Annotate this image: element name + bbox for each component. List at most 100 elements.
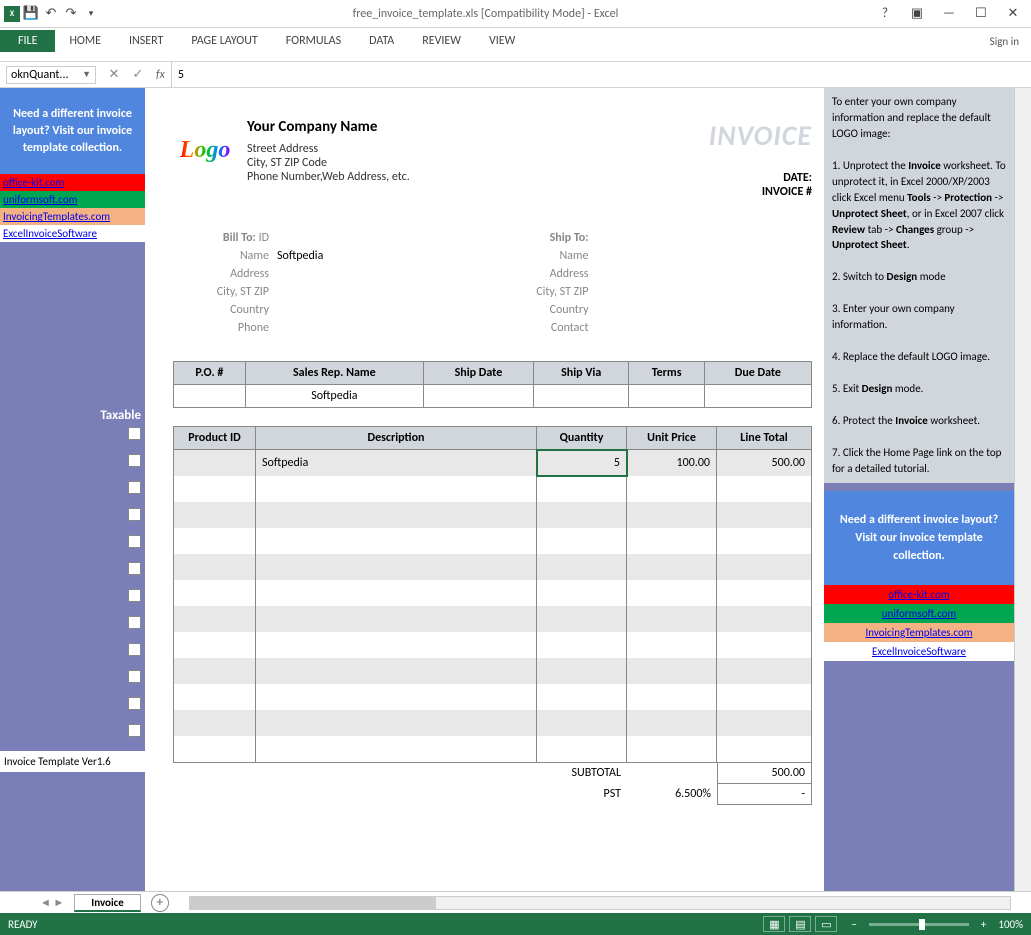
bill-to-header: Bill To: — [223, 231, 256, 245]
tab-page-layout[interactable]: PAGE LAYOUT — [177, 30, 271, 52]
taxable-checkbox[interactable] — [128, 697, 141, 710]
po-header: Due Date — [704, 362, 811, 385]
link-office-kit[interactable]: office-kit.com — [824, 585, 1014, 604]
table-row[interactable] — [174, 528, 812, 554]
taxable-checkbox[interactable] — [128, 643, 141, 656]
po-table[interactable]: P.O. # Sales Rep. Name Ship Date Ship Vi… — [173, 361, 812, 408]
table-row[interactable] — [174, 476, 812, 502]
items-table[interactable]: Product ID Description Quantity Unit Pri… — [173, 426, 812, 762]
tab-review[interactable]: REVIEW — [408, 30, 475, 52]
zoom-in-button[interactable]: + — [977, 918, 990, 931]
company-street[interactable]: Street Address — [247, 142, 709, 156]
minimize-icon[interactable]: — — [939, 6, 959, 21]
po-header: Ship Date — [423, 362, 533, 385]
redo-icon[interactable]: ↷ — [62, 5, 80, 23]
ship-to-header: Ship To: — [550, 231, 589, 245]
link-invoicingtemplates[interactable]: InvoicingTemplates.com — [824, 623, 1014, 642]
table-row[interactable] — [174, 554, 812, 580]
link-uniformsoft[interactable]: uniformsoft.com — [0, 191, 145, 208]
maximize-icon[interactable]: ☐ — [971, 6, 991, 21]
help-icon[interactable]: ? — [875, 6, 895, 21]
taxable-checkbox[interactable] — [128, 535, 141, 548]
name-box[interactable]: oknQuant... ▼ — [6, 66, 96, 84]
undo-icon[interactable]: ↶ — [42, 5, 60, 23]
right-sidebar: To enter your own company information an… — [824, 88, 1014, 891]
table-row[interactable] — [174, 502, 812, 528]
company-city[interactable]: City, ST ZIP Code — [247, 156, 709, 170]
link-excelinvoicesoftware[interactable]: ExcelInvoiceSoftware — [0, 225, 145, 242]
page-break-view-icon[interactable]: ▭ — [815, 916, 837, 932]
invoice-number-label: INVOICE # — [709, 185, 812, 199]
tab-home[interactable]: HOME — [55, 30, 115, 52]
quick-access-toolbar: X 💾 ↶ ↷ ▾ — [0, 5, 104, 23]
pst-row: PST 6.500% - — [173, 784, 812, 805]
table-row[interactable] — [174, 658, 812, 684]
taxable-checkbox[interactable] — [128, 508, 141, 521]
company-contact[interactable]: Phone Number,Web Address, etc. — [247, 170, 709, 184]
sheet-nav[interactable]: ◄ ► — [30, 896, 74, 909]
taxable-checkbox[interactable] — [128, 562, 141, 575]
table-row[interactable] — [174, 710, 812, 736]
promo-box-left[interactable]: Need a different invoice layout? Visit o… — [0, 88, 145, 174]
chevron-down-icon[interactable]: ▼ — [82, 69, 91, 80]
vertical-scrollbar[interactable] — [1014, 88, 1031, 891]
taxable-checkbox[interactable] — [128, 724, 141, 737]
enter-icon[interactable]: ✓ — [126, 67, 150, 82]
po-header: Terms — [629, 362, 704, 385]
promo-box-right[interactable]: Need a different invoice layout? Visit o… — [824, 491, 1014, 585]
normal-view-icon[interactable]: ▦ — [763, 916, 785, 932]
table-row[interactable] — [174, 580, 812, 606]
save-icon[interactable]: 💾 — [22, 5, 40, 23]
logo-image[interactable]: Logo — [173, 118, 237, 182]
bill-to-name[interactable]: Softpedia — [277, 249, 323, 263]
file-tab[interactable]: FILE — [0, 30, 55, 52]
formula-input[interactable]: 5 — [171, 62, 1031, 87]
zoom-out-button[interactable]: − — [847, 918, 860, 931]
zoom-slider[interactable] — [869, 923, 969, 926]
ribbon-tabs: FILE HOME INSERT PAGE LAYOUT FORMULAS DA… — [0, 28, 1031, 52]
ribbon-options-icon[interactable]: ▣ — [907, 6, 927, 21]
tab-data[interactable]: DATA — [355, 30, 408, 52]
table-row[interactable] — [174, 684, 812, 710]
taxable-checkbox[interactable] — [128, 589, 141, 602]
po-header: Ship Via — [533, 362, 629, 385]
version-label: Invoice Template Ver1.6 — [0, 751, 145, 772]
taxable-checkbox[interactable] — [128, 481, 141, 494]
invoice-title: INVOICE — [709, 118, 812, 153]
taxable-checkbox[interactable] — [128, 670, 141, 683]
excel-icon[interactable]: X — [4, 6, 20, 22]
tab-formulas[interactable]: FORMULAS — [272, 30, 355, 52]
qat-customize-icon[interactable]: ▾ — [82, 5, 100, 23]
po-row[interactable]: Softpedia — [174, 385, 812, 408]
link-excelinvoicesoftware[interactable]: ExcelInvoiceSoftware — [824, 642, 1014, 661]
titlebar: X 💾 ↶ ↷ ▾ free_invoice_template.xls [Com… — [0, 0, 1031, 28]
close-icon[interactable]: ✕ — [1003, 6, 1023, 21]
table-row[interactable] — [174, 606, 812, 632]
taxable-checkbox[interactable] — [128, 427, 141, 440]
table-row[interactable] — [174, 736, 812, 762]
sheet-tab-invoice[interactable]: Invoice — [74, 894, 141, 912]
fx-icon[interactable]: fx — [150, 68, 171, 82]
horizontal-scrollbar[interactable] — [189, 896, 1011, 910]
add-sheet-button[interactable]: + — [151, 894, 169, 912]
tab-view[interactable]: VIEW — [475, 30, 529, 52]
signin-link[interactable]: Sign in — [978, 31, 1031, 52]
page-layout-view-icon[interactable]: ▤ — [789, 916, 811, 932]
tab-insert[interactable]: INSERT — [115, 30, 177, 52]
table-row[interactable]: Softpedia 5 100.00 500.00 — [174, 450, 812, 476]
po-header: P.O. # — [174, 362, 246, 385]
link-invoicingtemplates[interactable]: InvoicingTemplates.com — [0, 208, 145, 225]
taxable-checkbox[interactable] — [128, 616, 141, 629]
window-title: free_invoice_template.xls [Compatibility… — [104, 7, 867, 21]
company-name[interactable]: Your Company Name — [247, 118, 709, 136]
active-cell: 5 — [537, 450, 627, 476]
cancel-icon[interactable]: ✕ — [102, 67, 126, 82]
link-uniformsoft[interactable]: uniformsoft.com — [824, 604, 1014, 623]
status-ready: READY — [8, 918, 763, 931]
invoice-sheet[interactable]: Logo Your Company Name Street Address Ci… — [145, 88, 824, 891]
table-row[interactable] — [174, 632, 812, 658]
link-office-kit[interactable]: office-kit.com — [0, 174, 145, 191]
sheet-tab-bar: ◄ ► Invoice + — [0, 891, 1031, 913]
zoom-level[interactable]: 100% — [998, 918, 1023, 931]
taxable-checkbox[interactable] — [128, 454, 141, 467]
